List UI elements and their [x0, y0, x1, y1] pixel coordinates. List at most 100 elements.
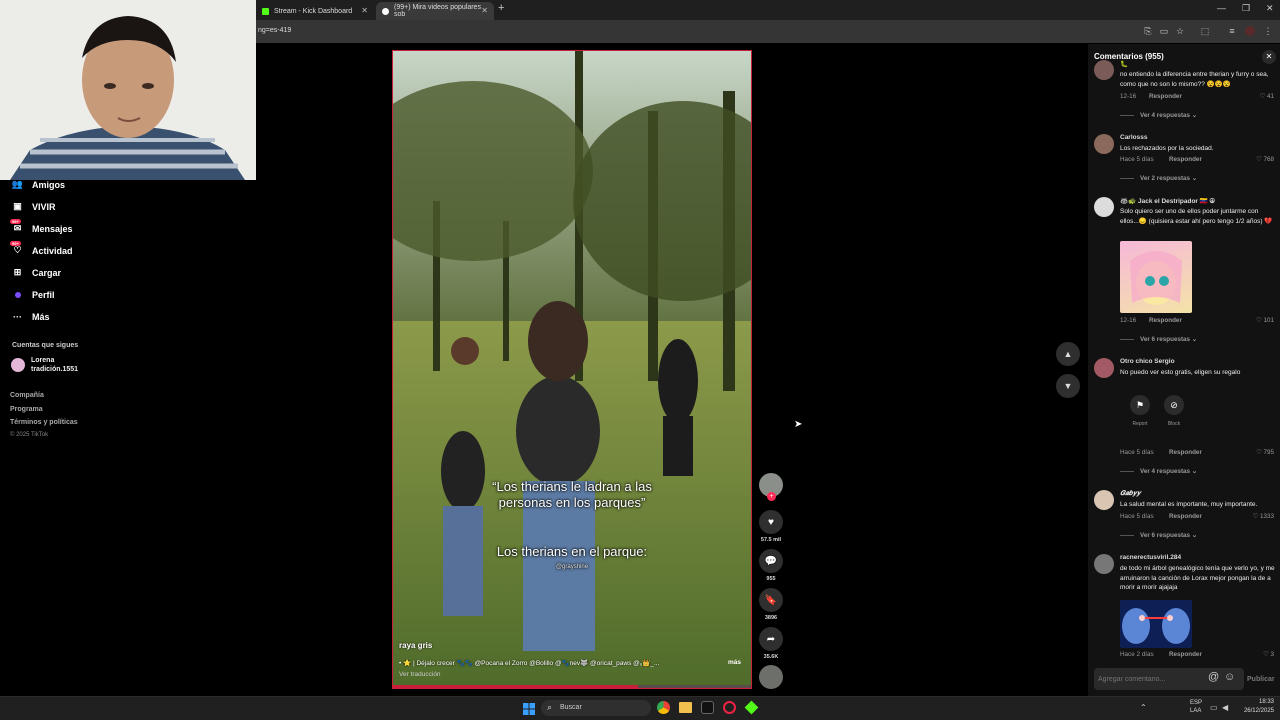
sidebar-item-messages[interactable]: ✉ 99+ Mensajes: [10, 219, 73, 234]
footer-link-terms[interactable]: Términos y políticas: [10, 419, 78, 426]
comment-input-box[interactable]: @ ☺: [1094, 668, 1244, 690]
translate-link[interactable]: Ver traducción: [399, 671, 441, 678]
avatar[interactable]: [1094, 60, 1114, 80]
comment-like[interactable]: ♡ 768: [1256, 156, 1274, 163]
mention-icon[interactable]: @: [1208, 671, 1219, 683]
avatar[interactable]: [1094, 554, 1114, 574]
avatar[interactable]: [1094, 358, 1114, 378]
taskbar-search[interactable]: ⌕ Buscar: [541, 700, 651, 716]
menu-kebab-icon[interactable]: ⋮: [1263, 26, 1273, 36]
avatar[interactable]: [1245, 26, 1255, 36]
comment-input[interactable]: [1098, 672, 1203, 686]
comment-like[interactable]: ♡ 41: [1260, 93, 1274, 100]
sidebar-item-friends[interactable]: 👥 Amigos: [12, 179, 65, 190]
reply-button[interactable]: Responder: [1169, 513, 1202, 520]
comment-like[interactable]: ♡ 795: [1256, 449, 1274, 456]
post-button[interactable]: Publicar: [1247, 676, 1275, 683]
browser-tab-kick[interactable]: Stream - Kick Dashboard ✕: [256, 2, 374, 20]
star-icon[interactable]: ☆: [1175, 26, 1185, 36]
sidebar-item-more[interactable]: ··· Más: [12, 311, 50, 322]
network-icon[interactable]: ▭: [1210, 703, 1218, 712]
comment-image-meme[interactable]: [1120, 600, 1192, 648]
maximize-icon[interactable]: ❐: [1242, 3, 1250, 14]
emoji-icon[interactable]: ☺: [1224, 671, 1235, 683]
search-icon: ⌕: [547, 702, 553, 712]
avatar[interactable]: [11, 358, 25, 372]
comment-date: Hace 5 días: [1120, 449, 1154, 456]
comment-username[interactable]: 🦝🐢 Jack el Destripador 🇻🇪 🕀: [1120, 197, 1215, 206]
sidebar-item-profile[interactable]: Perfil: [12, 289, 55, 300]
like-count: 57.5 mil: [760, 537, 782, 543]
footer-link-program[interactable]: Programa: [10, 406, 43, 413]
chrome-icon[interactable]: [657, 701, 670, 714]
close-tab-icon[interactable]: ✕: [481, 6, 488, 15]
search-label: Buscar: [560, 704, 582, 711]
comment-like[interactable]: ♡ 101: [1256, 317, 1274, 324]
like-button[interactable]: ♥: [759, 510, 783, 534]
activity-icon: ♡ 99+: [10, 241, 22, 255]
url-text[interactable]: ng=es-419: [258, 27, 291, 34]
close-window-icon[interactable]: ✕: [1266, 3, 1274, 14]
sidebar-item-live[interactable]: ▣ VIVIR: [12, 201, 55, 212]
sidebar-item-upload[interactable]: ⊞ Cargar: [12, 267, 61, 278]
file-explorer-icon[interactable]: [679, 702, 692, 713]
media-icon[interactable]: ≡: [1227, 26, 1237, 36]
report-button[interactable]: ⚑: [1130, 395, 1150, 415]
previous-video-button[interactable]: ▲: [1056, 342, 1080, 366]
app-icon[interactable]: [723, 701, 736, 714]
comment-username[interactable]: racnerectusviril.284: [1120, 554, 1181, 561]
footer-link-company[interactable]: Compañía: [10, 392, 44, 399]
new-tab-button[interactable]: +: [498, 2, 504, 14]
follow-plus-icon[interactable]: +: [767, 492, 776, 501]
comment-username[interactable]: 𝑮𝒂𝒃𝒚𝒚: [1120, 490, 1141, 498]
view-replies[interactable]: Ver 2 respuestas ⌄: [1120, 175, 1197, 182]
block-button[interactable]: ⊘: [1164, 395, 1184, 415]
address-bar[interactable]: [256, 20, 1280, 43]
clock-date[interactable]: 26/12/2025: [1228, 708, 1274, 714]
avatar[interactable]: [1094, 490, 1114, 510]
keyboard-layout[interactable]: LAA: [1190, 708, 1201, 714]
save-button[interactable]: 🔖: [759, 588, 783, 612]
following-handle[interactable]: tradición.1551: [31, 366, 78, 373]
app-icon[interactable]: [701, 701, 714, 714]
next-video-button[interactable]: ▼: [1056, 374, 1080, 398]
reply-button[interactable]: Responder: [1169, 449, 1202, 456]
comment-text: Solo quiero ser uno de ellos poder junta…: [1120, 208, 1273, 225]
close-tab-icon[interactable]: ✕: [361, 6, 368, 15]
progress-bar[interactable]: [393, 685, 751, 688]
sound-disc[interactable]: [759, 665, 783, 689]
reply-button[interactable]: Responder: [1149, 93, 1182, 100]
reply-button[interactable]: Responder: [1169, 651, 1202, 658]
comment-username[interactable]: 🐛: [1120, 60, 1128, 68]
view-replies[interactable]: Ver 4 respuestas ⌄: [1120, 112, 1197, 119]
clock-time[interactable]: 18:33: [1238, 699, 1274, 705]
comment-like[interactable]: ♡ 1333: [1253, 513, 1274, 520]
reply-button[interactable]: Responder: [1169, 156, 1202, 163]
view-replies[interactable]: Ver 6 respuestas ⌄: [1120, 532, 1197, 539]
comment-button[interactable]: 💬: [759, 549, 783, 573]
view-replies[interactable]: Ver 4 respuestas ⌄: [1120, 468, 1197, 475]
following-name[interactable]: Lorena: [31, 357, 54, 364]
translate-icon[interactable]: ⎘: [1143, 26, 1153, 36]
comment-username[interactable]: Otro chico Sergio: [1120, 358, 1175, 365]
avatar[interactable]: [1094, 134, 1114, 154]
view-replies[interactable]: Ver 6 respuestas ⌄: [1120, 336, 1197, 343]
video-player[interactable]: “Los therians le ladran a las personas e…: [392, 50, 752, 689]
sidebar-item-activity[interactable]: ♡ 99+ Actividad: [10, 241, 73, 256]
reply-button[interactable]: Responder: [1149, 317, 1182, 324]
comment-username[interactable]: Carlosss: [1120, 134, 1147, 141]
video-author[interactable]: raya gris: [399, 641, 432, 650]
comment-image-sticker[interactable]: [1120, 241, 1192, 313]
author-avatar[interactable]: +: [759, 473, 783, 501]
extensions-icon[interactable]: ⬚: [1200, 26, 1210, 36]
avatar[interactable]: [1094, 197, 1114, 217]
keyboard-language[interactable]: ESP: [1190, 700, 1202, 706]
share-button[interactable]: ➦: [759, 627, 783, 651]
description-more-link[interactable]: más: [728, 659, 741, 666]
minimize-icon[interactable]: —: [1217, 3, 1226, 13]
comment-like[interactable]: ♡ 3: [1263, 651, 1274, 658]
windows-start-icon[interactable]: [523, 702, 535, 715]
browser-tab-tiktok[interactable]: (99+) Mira videos populares sob ✕: [376, 2, 494, 20]
cast-icon[interactable]: ▭: [1159, 26, 1169, 36]
tray-chevron-icon[interactable]: ⌃: [1140, 703, 1147, 712]
